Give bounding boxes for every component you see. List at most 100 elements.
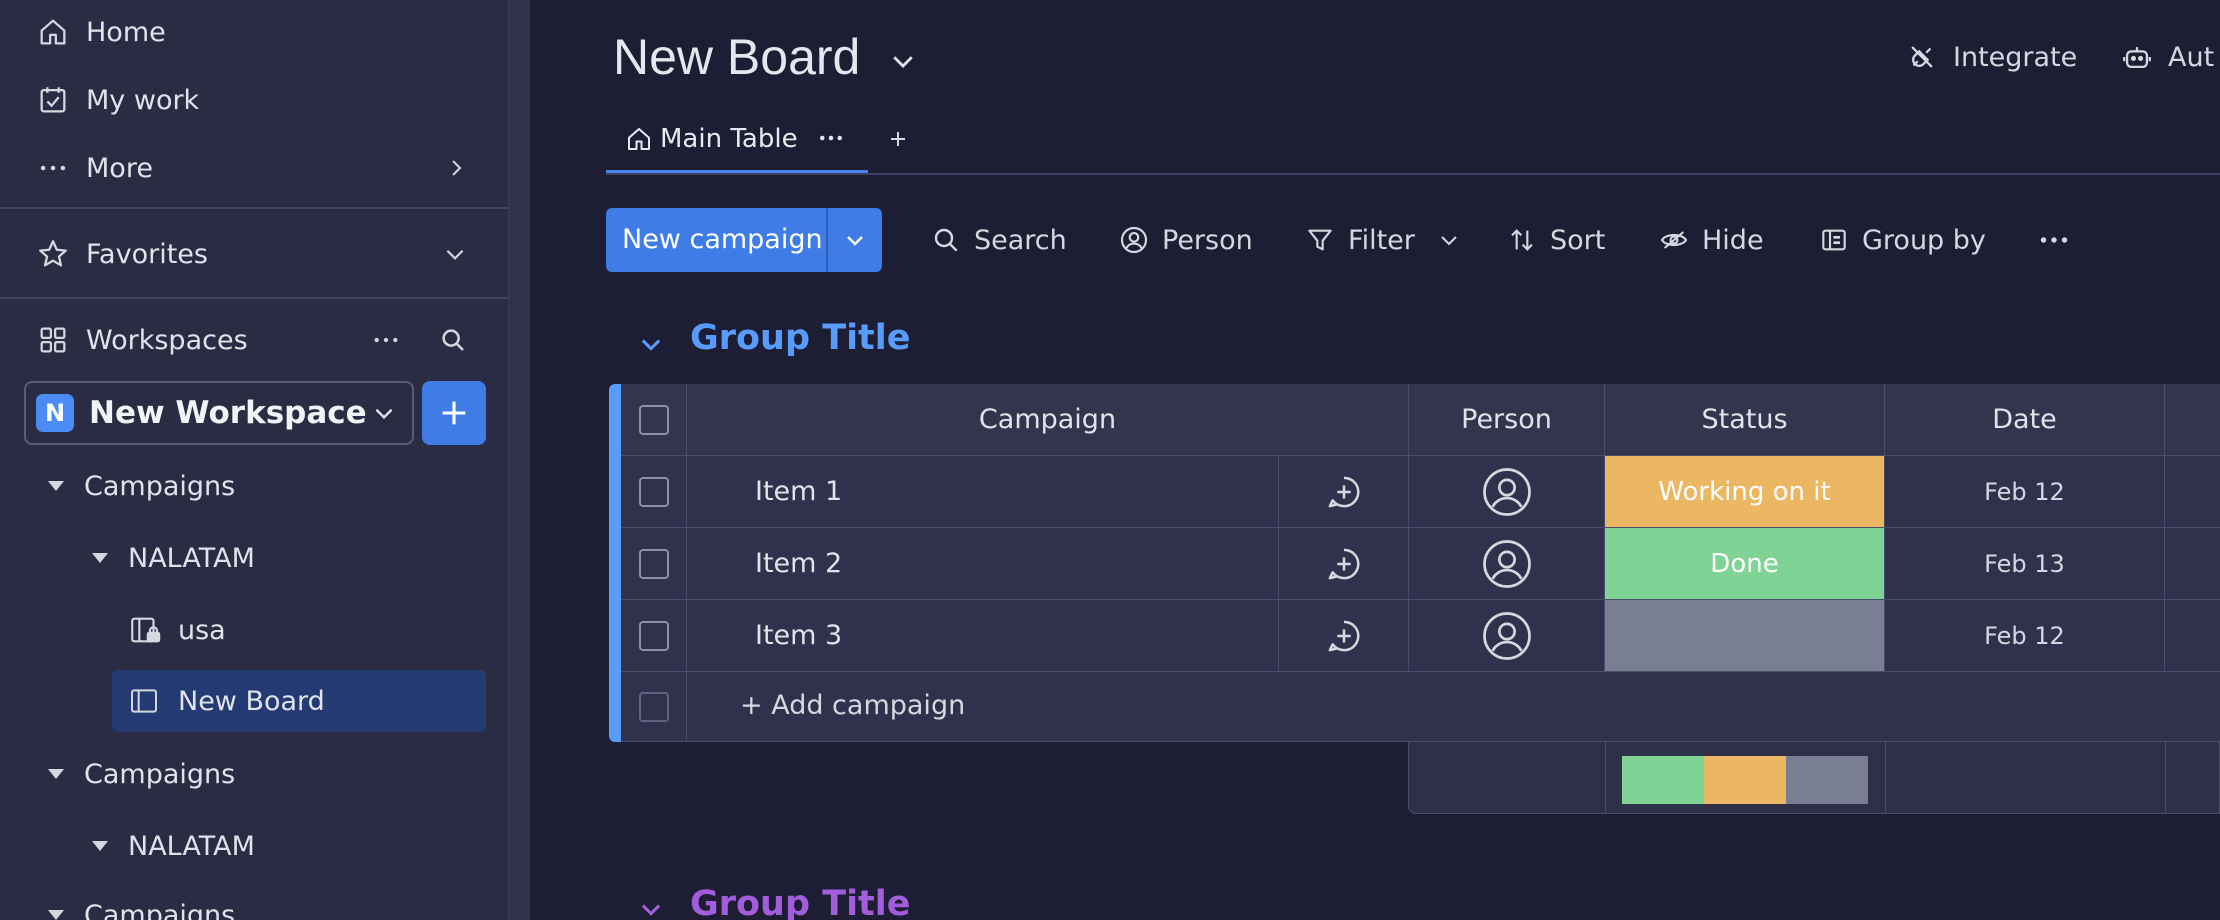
table-row-item-name[interactable]: Item 3 — [687, 600, 1279, 672]
nav-more[interactable]: More — [0, 140, 509, 196]
status-label: Working on it — [1658, 476, 1831, 507]
row-checkbox[interactable] — [638, 620, 669, 651]
add-update-icon — [1328, 548, 1360, 579]
tree-folder-campaigns[interactable]: Campaigns — [0, 456, 509, 516]
status-summary-segment[interactable] — [1704, 756, 1786, 804]
more-dots-icon[interactable] — [816, 128, 846, 148]
tree-board-new-board[interactable]: New Board — [0, 671, 509, 731]
sort-button[interactable]: Sort — [1506, 212, 1605, 268]
summary-row — [1408, 742, 2220, 814]
more-dots-icon[interactable] — [2036, 224, 2072, 256]
item-name: Item 3 — [755, 620, 843, 651]
row-checkbox[interactable] — [638, 548, 669, 579]
column-header-label: Date — [1992, 404, 2057, 435]
column-header-person[interactable]: Person — [1409, 384, 1605, 456]
person-label: Person — [1162, 224, 1253, 256]
add-campaign-label[interactable]: + Add campaign — [740, 690, 965, 721]
nav-favorites[interactable]: Favorites — [0, 226, 509, 282]
date-cell[interactable]: Feb 12 — [1885, 600, 2165, 672]
new-campaign-label: New campaign — [622, 224, 823, 255]
more-dots-icon[interactable] — [370, 324, 402, 356]
sidebar-resize-gutter[interactable] — [509, 0, 530, 920]
table-row-item-name[interactable]: Item 1 — [687, 456, 1279, 528]
add-update-icon — [1328, 476, 1360, 507]
status-summary-segment[interactable] — [1622, 756, 1704, 804]
group-title[interactable]: Group Title — [690, 884, 911, 920]
nav-workspaces-label: Workspaces — [86, 324, 248, 356]
person-avatar-icon — [1482, 467, 1531, 516]
caret-down-icon — [48, 910, 64, 920]
column-header-status[interactable]: Status — [1605, 384, 1885, 456]
status-cell[interactable] — [1605, 600, 1885, 672]
date-value: Feb 12 — [1984, 621, 2065, 650]
filter-button[interactable]: Filter — [1304, 212, 1461, 268]
tree-folder-nalatam[interactable]: NALATAM — [0, 816, 509, 876]
filter-icon — [1308, 229, 1332, 251]
integrate-button[interactable]: Integrate — [1905, 40, 2077, 74]
automate-button[interactable]: Aut — [2120, 40, 2214, 74]
chevron-down-icon[interactable] — [637, 895, 665, 920]
table-row-item-name[interactable]: Item 2 — [687, 528, 1279, 600]
tab-main-table-label: Main Table — [660, 124, 798, 154]
tree-folder-campaigns[interactable]: Campaigns — [0, 885, 509, 920]
nav-home[interactable]: Home — [0, 4, 509, 60]
plug-icon — [1911, 46, 1933, 68]
tab-main-table[interactable]: Main Table — [606, 116, 868, 176]
select-all-checkbox[interactable] — [638, 404, 669, 435]
column-header-next — [2165, 384, 2220, 456]
row-select-cell — [621, 456, 687, 528]
person-cell[interactable] — [1409, 456, 1605, 528]
chevron-down-icon[interactable] — [888, 46, 918, 76]
button-separator — [826, 208, 828, 272]
row-checkbox[interactable] — [638, 476, 669, 507]
date-value: Feb 12 — [1984, 477, 2065, 506]
group-title[interactable]: Group Title — [690, 318, 911, 358]
person-avatar-icon — [1482, 611, 1531, 660]
home-icon — [40, 19, 66, 45]
updates-cell[interactable] — [1279, 456, 1409, 528]
next-cell — [2165, 456, 2220, 528]
column-header-label: Campaign — [978, 404, 1117, 435]
search-button[interactable]: Search — [930, 212, 1067, 268]
chevron-down-icon[interactable] — [637, 330, 665, 358]
column-header-campaign[interactable]: Campaign — [687, 384, 1409, 456]
hide-button[interactable]: Hide — [1658, 212, 1764, 268]
nav-my-work-label: My work — [86, 84, 200, 116]
tree-label: Campaigns — [84, 899, 236, 920]
automate-label: Aut — [2168, 41, 2215, 73]
person-filter-button[interactable]: Person — [1118, 212, 1253, 268]
caret-down-icon — [92, 841, 108, 851]
column-header-date[interactable]: Date — [1885, 384, 2165, 456]
person-cell[interactable] — [1409, 528, 1605, 600]
updates-cell[interactable] — [1279, 528, 1409, 600]
date-cell[interactable]: Feb 13 — [1885, 528, 2165, 600]
tree-folder-nalatam[interactable]: NALATAM — [0, 528, 509, 588]
caret-down-icon — [92, 553, 108, 563]
date-cell[interactable]: Feb 12 — [1885, 456, 2165, 528]
sort-label: Sort — [1550, 224, 1606, 256]
add-view-icon[interactable] — [886, 127, 910, 151]
tree-board-usa[interactable]: usa — [0, 600, 509, 660]
select-all-cell — [621, 384, 687, 456]
status-cell[interactable]: Done — [1605, 528, 1885, 600]
tree-folder-campaigns[interactable]: Campaigns — [0, 744, 509, 804]
sidebar: Home My work More Favorites Workspaces N… — [0, 0, 509, 920]
workspace-selector[interactable]: N New Workspace — [24, 381, 414, 445]
hide-label: Hide — [1702, 224, 1764, 256]
updates-cell[interactable] — [1279, 600, 1409, 672]
nav-my-work[interactable]: My work — [0, 72, 509, 128]
status-cell[interactable]: Working on it — [1605, 456, 1885, 528]
chevron-down-icon[interactable] — [1437, 228, 1461, 252]
group-by-button[interactable]: Group by — [1818, 212, 1986, 268]
person-circle-icon — [1120, 226, 1148, 254]
add-workspace-item-button[interactable] — [422, 381, 486, 445]
workspace-badge: N — [36, 394, 74, 432]
person-cell[interactable] — [1409, 600, 1605, 672]
status-summary-bar[interactable] — [1622, 756, 1868, 804]
status-summary-segment[interactable] — [1786, 756, 1868, 804]
chevron-down-icon — [446, 249, 464, 260]
board-title[interactable]: New Board — [613, 28, 860, 86]
new-campaign-button[interactable]: New campaign — [606, 208, 882, 272]
search-icon[interactable] — [438, 325, 468, 355]
chevron-down-icon[interactable] — [843, 228, 867, 252]
